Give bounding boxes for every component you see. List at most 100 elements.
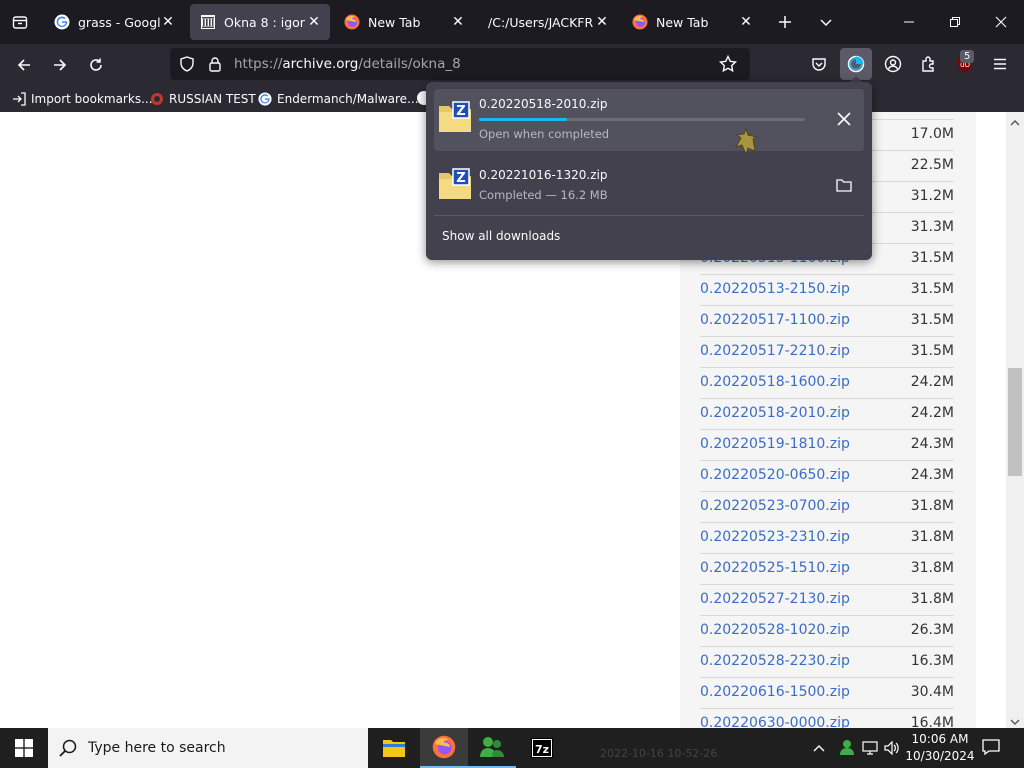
lock-icon[interactable] (207, 56, 223, 76)
file-size: 31.8M (910, 498, 954, 514)
file-link[interactable]: 0.20220518-1600.zip (700, 374, 850, 390)
tab-local-file[interactable]: /C:/Users/JACKFR~1 ✕ (478, 4, 618, 40)
chevron-down-icon (820, 19, 832, 27)
scroll-up-arrow-icon[interactable] (1009, 114, 1021, 126)
extension-badge-count: 5 (960, 50, 975, 63)
tab-okna-8[interactable]: Okna 8 : igor267 ✕ (190, 4, 330, 40)
reload-icon (90, 58, 102, 71)
file-link[interactable]: 0.20220518-2010.zip (700, 405, 850, 421)
pocket-icon (812, 58, 826, 71)
extensions-button[interactable] (914, 49, 944, 79)
bookmark-import[interactable]: Import bookmarks... (12, 89, 153, 109)
taskbar-firefox[interactable] (420, 728, 468, 768)
clock-time: 10:06 AM (911, 732, 969, 746)
file-link[interactable]: 0.20220528-2230.zip (700, 653, 850, 669)
url-text[interactable]: https://archive.org/details/okna_8 (234, 56, 461, 72)
taskbar-clock[interactable]: 10:06 AM 10/30/2024 (900, 731, 980, 765)
file-size: 24.3M (910, 436, 954, 452)
bookmark-icon (151, 93, 163, 105)
taskbar-7zip[interactable]: 7z (518, 728, 566, 768)
taskbar-file-explorer[interactable] (370, 728, 418, 768)
account-button[interactable] (878, 49, 908, 79)
file-size: 24.2M (910, 374, 954, 390)
taskbar-hover-text: 2022-10-16 10-52-26 (600, 747, 718, 760)
file-list-row: 0.20220528-2230.zip 16.3M (700, 646, 954, 678)
file-size: 31.5M (910, 312, 954, 328)
file-link[interactable]: 0.20220520-0650.zip (700, 467, 850, 483)
tab-title: New Tab (368, 14, 421, 30)
download-item-2[interactable] (434, 156, 864, 212)
tab-close-icon[interactable]: ✕ (306, 14, 322, 30)
tab-close-icon[interactable]: ✕ (160, 14, 176, 30)
scroll-down-arrow-icon[interactable] (1009, 713, 1021, 725)
file-link[interactable]: 0.20220528-1020.zip (700, 622, 850, 638)
taskbar-app[interactable] (468, 728, 516, 768)
file-list-row: 0.20220523-0700.zip 31.8M (700, 491, 954, 523)
tab-close-icon[interactable]: ✕ (738, 14, 754, 30)
app-menu-button[interactable] (985, 49, 1015, 79)
file-list-row: 0.20220523-2310.zip 31.8M (700, 522, 954, 554)
file-size: 22.5M (910, 157, 954, 173)
chevron-up-icon (813, 745, 825, 752)
tab-close-icon[interactable]: ✕ (450, 14, 466, 30)
minimize-button[interactable] (886, 0, 932, 44)
url-path: /details/okna_8 (358, 56, 461, 72)
file-list-row: 0.20220517-1100.zip 31.5M (700, 305, 954, 337)
download-progress-icon (847, 55, 865, 73)
close-icon (837, 112, 851, 126)
file-list-row: 0.20220520-0650.zip 24.3M (700, 460, 954, 492)
volume-icon[interactable] (884, 740, 900, 759)
scrollbar-thumb[interactable] (1008, 368, 1022, 476)
forward-button[interactable] (45, 50, 75, 80)
file-size: 31.2M (910, 188, 954, 204)
bookmark-star-button[interactable] (718, 54, 738, 77)
show-in-folder-button[interactable] (831, 172, 857, 198)
tab-close-icon[interactable]: ✕ (594, 14, 610, 30)
bookmark-russian-test[interactable]: RUSSIAN TEST (150, 89, 256, 109)
pocket-button[interactable] (804, 49, 834, 79)
network-icon[interactable] (862, 740, 878, 759)
file-link[interactable]: 0.20220523-0700.zip (700, 498, 850, 514)
file-link[interactable]: 0.20220517-1100.zip (700, 312, 850, 328)
file-link[interactable]: 0.20220525-1510.zip (700, 560, 850, 576)
folder-icon (383, 740, 405, 757)
tab-new-tab-2[interactable]: New Tab ✕ (622, 4, 762, 40)
close-window-button[interactable] (978, 0, 1024, 44)
back-button[interactable] (9, 50, 39, 80)
file-link[interactable]: 0.20220616-1500.zip (700, 684, 850, 700)
notification-icon (982, 739, 1000, 756)
new-tab-button[interactable] (772, 10, 798, 34)
google-icon (258, 92, 272, 106)
file-link[interactable]: 0.20220527-2130.zip (700, 591, 850, 607)
download-progress-fill (479, 118, 567, 121)
tray-user-icon[interactable] (838, 738, 856, 760)
restore-button[interactable] (932, 0, 978, 44)
tab-new-tab[interactable]: New Tab ✕ (334, 4, 474, 40)
file-list-row: 0.20220518-1600.zip 24.2M (700, 367, 954, 399)
cancel-download-button[interactable] (831, 106, 857, 132)
file-link[interactable]: 0.20220513-2150.zip (700, 281, 850, 297)
show-all-downloads-button[interactable]: Show all downloads (442, 229, 560, 243)
puzzle-icon (922, 56, 934, 72)
file-link[interactable]: 0.20220523-2310.zip (700, 529, 850, 545)
tab-list-button[interactable] (8, 10, 32, 34)
forward-arrow-icon (54, 59, 67, 71)
file-list-row: 0.20220528-1020.zip 26.3M (700, 615, 954, 647)
firefox-icon (632, 14, 648, 30)
file-link[interactable]: 0.20220519-1810.zip (700, 436, 850, 452)
bookmark-label: Endermanch/Malware... (277, 92, 419, 106)
notifications-button[interactable] (982, 738, 1000, 760)
tab-title: Okna 8 : igor267 (224, 14, 306, 30)
tracking-protection-shield-icon[interactable] (179, 56, 195, 76)
bookmark-endermanch[interactable]: Endermanch/Malware... (258, 89, 419, 109)
show-hidden-icons-button[interactable] (812, 740, 826, 759)
tab-google-search[interactable]: grass - Google S ✕ (44, 4, 184, 40)
list-all-tabs-button[interactable] (814, 10, 838, 34)
firefox-icon (432, 735, 456, 759)
url-domain: archive.org (282, 56, 359, 72)
start-button[interactable] (0, 728, 48, 768)
file-list-row: 0.20220513-2150.zip 31.5M (700, 274, 954, 306)
url-scheme: https:// (234, 56, 283, 72)
file-link[interactable]: 0.20220517-2210.zip (700, 343, 850, 359)
reload-button[interactable] (81, 50, 111, 80)
